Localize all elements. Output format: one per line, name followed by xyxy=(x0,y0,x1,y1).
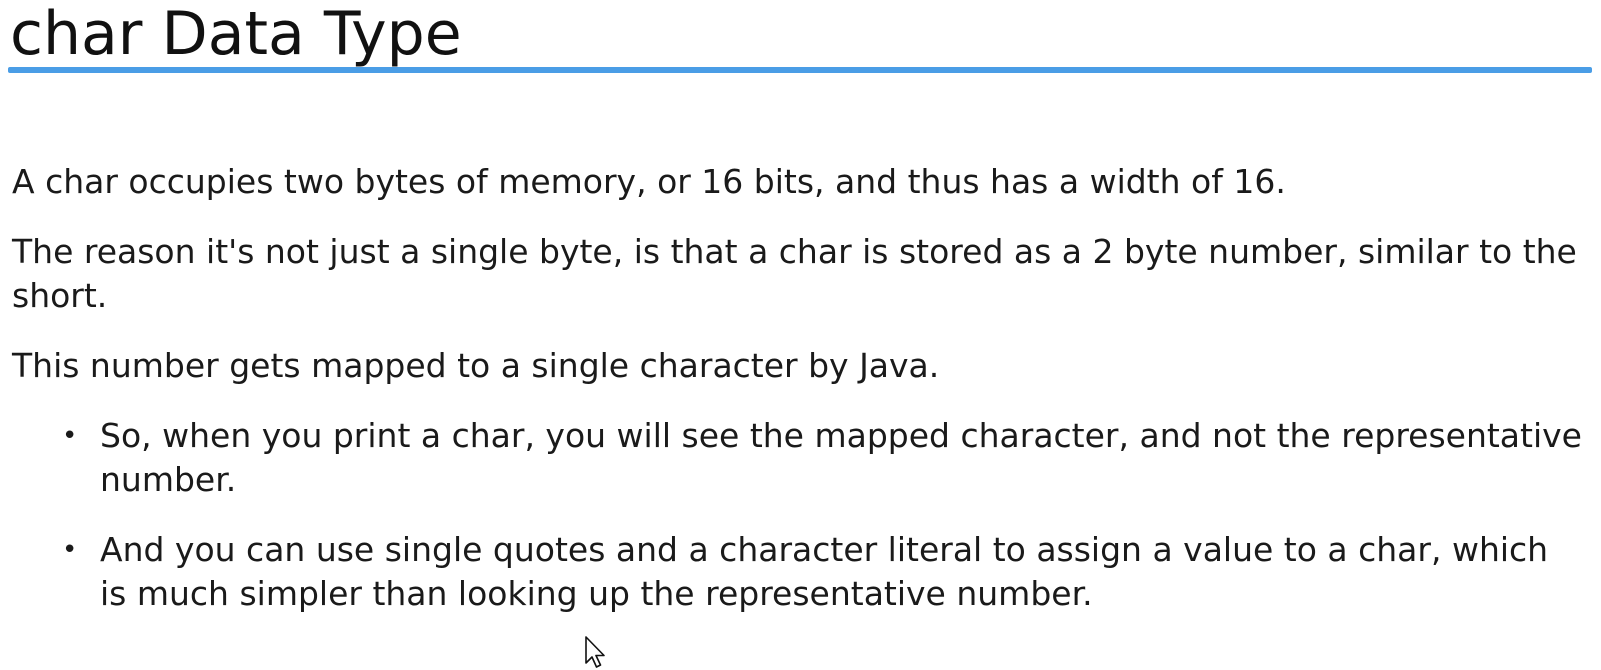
bullet-item: • So, when you print a char, you will se… xyxy=(12,414,1582,502)
bullet-list: • So, when you print a char, you will se… xyxy=(12,414,1582,616)
slide-title: char Data Type xyxy=(10,0,462,69)
paragraph-char-width: A char occupies two bytes of memory, or … xyxy=(12,162,1286,201)
title-underline xyxy=(8,67,1592,73)
mouse-pointer-icon xyxy=(585,636,605,668)
paragraph-two-byte-reason: The reason it's not just a single byte, … xyxy=(12,232,1577,315)
bullet-icon: • xyxy=(62,535,78,565)
bullet-text: And you can use single quotes and a char… xyxy=(100,530,1549,613)
bullet-icon: • xyxy=(62,421,78,451)
paragraph-java-mapping: This number gets mapped to a single char… xyxy=(12,346,940,385)
bullet-text: So, when you print a char, you will see … xyxy=(100,416,1582,499)
bullet-item: • And you can use single quotes and a ch… xyxy=(12,528,1582,616)
slide-body: A char occupies two bytes of memory, or … xyxy=(12,160,1582,642)
